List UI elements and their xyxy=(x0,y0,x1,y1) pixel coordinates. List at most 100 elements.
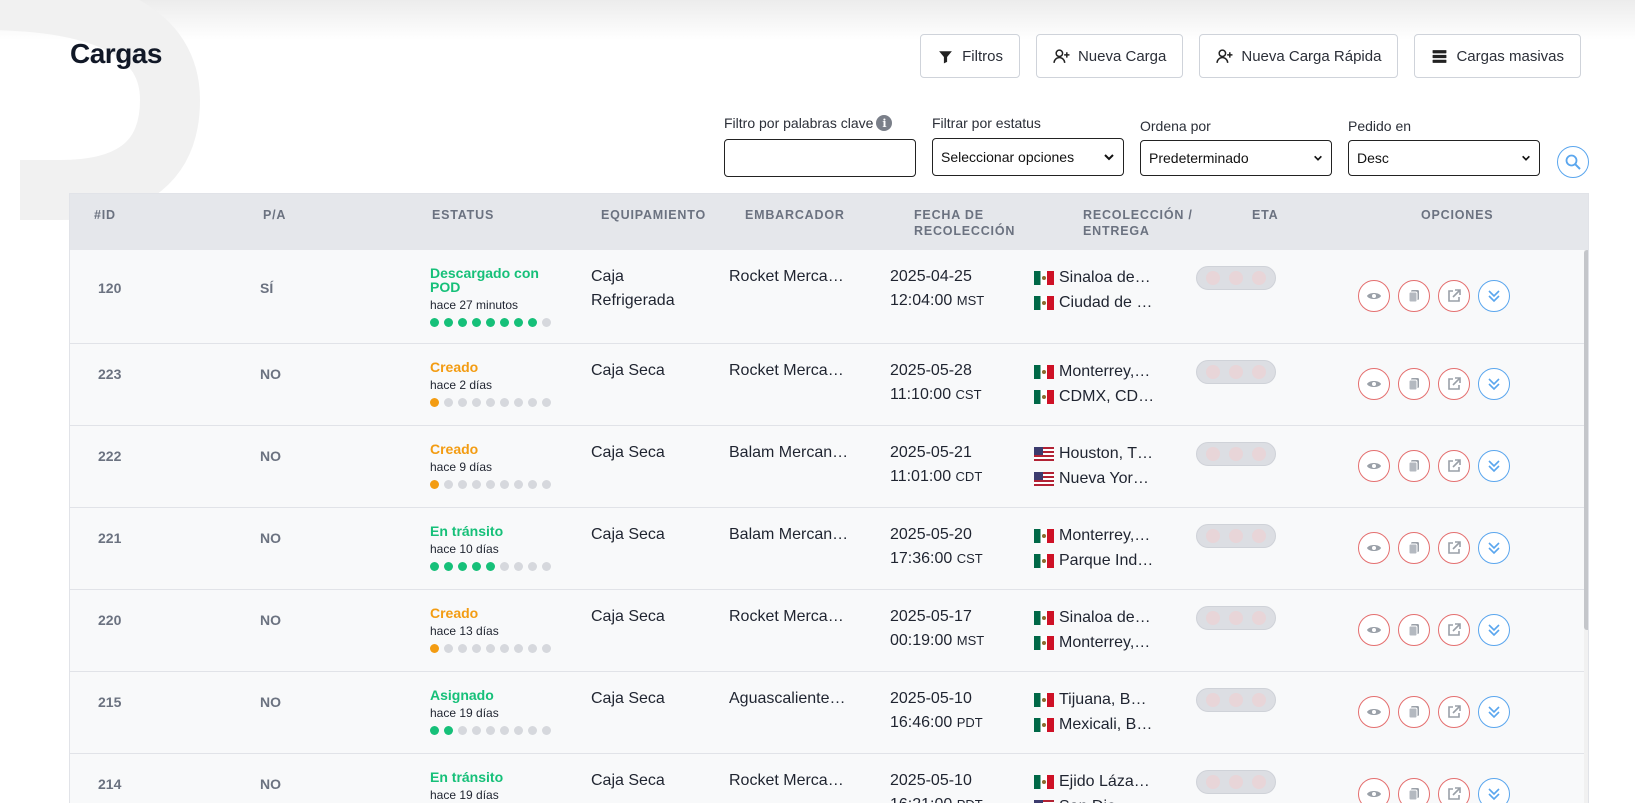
table-row[interactable]: 215 NO Asignado hace 19 días Caja Seca Aguasc… xyxy=(70,672,1584,754)
origin[interactable]: Sinaloa de… xyxy=(1034,605,1151,630)
open-external-button[interactable] xyxy=(1438,450,1470,482)
destination[interactable]: CDMX, CD… xyxy=(1034,384,1154,409)
open-external-button[interactable] xyxy=(1438,614,1470,646)
destination[interactable]: San Die… xyxy=(1034,794,1150,803)
copy-button[interactable] xyxy=(1398,778,1430,803)
origin[interactable]: Houston, T… xyxy=(1034,441,1153,466)
open-external-button[interactable] xyxy=(1438,778,1470,803)
table-row[interactable]: 222 NO Creado hace 9 días Caja Seca Balam Mer… xyxy=(70,426,1584,508)
order-filter-label: Ordena por xyxy=(1140,118,1211,134)
direction-select[interactable]: Desc xyxy=(1348,140,1540,176)
copy-button[interactable] xyxy=(1398,450,1430,482)
status-select[interactable]: Seleccionar opciones xyxy=(932,138,1124,176)
table-row[interactable]: 214 NO En tránsito hace 19 días Caja Seca Roc… xyxy=(70,754,1584,803)
expand-row-button[interactable] xyxy=(1478,778,1510,803)
header-route[interactable]: RECOLECCIÓN / ENTREGA xyxy=(1083,207,1193,239)
expand-row-button[interactable] xyxy=(1478,614,1510,646)
eye-icon xyxy=(1367,381,1381,387)
header-id[interactable]: #ID xyxy=(94,207,116,223)
origin[interactable]: Tijuana, B… xyxy=(1034,687,1152,712)
copy-button[interactable] xyxy=(1398,696,1430,728)
open-external-button[interactable] xyxy=(1438,368,1470,400)
table-row[interactable]: 221 NO En tránsito hace 10 días Caja Seca Bal… xyxy=(70,508,1584,590)
pickup-date: 2025-05-28 xyxy=(890,362,972,379)
scrollbar-thumb[interactable] xyxy=(1584,250,1588,630)
keyword-input[interactable] xyxy=(724,139,916,177)
destination[interactable]: Mexicali, B… xyxy=(1034,712,1152,737)
progress-dots xyxy=(430,318,551,327)
header-status[interactable]: ESTATUS xyxy=(432,207,494,223)
load-id[interactable]: 214 xyxy=(98,776,121,792)
route-cell: Monterrey,… CDMX, CD… xyxy=(1034,359,1154,409)
open-external-button[interactable] xyxy=(1438,280,1470,312)
info-icon[interactable]: i xyxy=(876,115,893,131)
origin[interactable]: Sinaloa de… xyxy=(1034,265,1152,290)
view-button[interactable] xyxy=(1358,450,1390,482)
row-options xyxy=(1358,368,1510,400)
view-button[interactable] xyxy=(1358,614,1390,646)
external-link-icon xyxy=(1448,787,1461,800)
load-id[interactable]: 223 xyxy=(98,366,121,382)
status-time-ago: hace 13 días xyxy=(430,624,499,638)
copy-button[interactable] xyxy=(1398,614,1430,646)
view-button[interactable] xyxy=(1358,280,1390,312)
progress-dot xyxy=(542,726,551,735)
expand-row-button[interactable] xyxy=(1478,368,1510,400)
copy-button[interactable] xyxy=(1398,280,1430,312)
route-cell: Houston, T… Nueva Yor… xyxy=(1034,441,1153,491)
search-button[interactable] xyxy=(1557,146,1589,178)
progress-dot xyxy=(430,480,439,489)
eta-indicator xyxy=(1196,688,1276,712)
load-id[interactable]: 220 xyxy=(98,612,121,628)
pickup-time: 00:19:00 xyxy=(890,632,953,649)
header-pa[interactable]: P/A xyxy=(263,207,286,223)
progress-dot xyxy=(458,644,467,653)
progress-dots xyxy=(430,480,551,489)
pickup-timezone: CST xyxy=(955,387,982,402)
new-load-button[interactable]: Nueva Carga xyxy=(1035,34,1184,78)
progress-dot xyxy=(458,480,467,489)
open-external-button[interactable] xyxy=(1438,532,1470,564)
direction-filter: Pedido en xyxy=(1348,118,1411,134)
order-select[interactable]: Predeterminado xyxy=(1140,140,1332,176)
load-id[interactable]: 221 xyxy=(98,530,121,546)
origin[interactable]: Monterrey,… xyxy=(1034,359,1154,384)
header-pickup-date[interactable]: FECHA DE RECOLECCIÓN xyxy=(914,207,1015,239)
quick-load-button[interactable]: Nueva Carga Rápida xyxy=(1199,34,1399,78)
copy-button[interactable] xyxy=(1398,532,1430,564)
table-scrollbar[interactable] xyxy=(1584,250,1588,803)
header-eta[interactable]: ETA xyxy=(1252,207,1278,223)
filters-button[interactable]: Filtros xyxy=(920,34,1020,78)
load-id[interactable]: 120 xyxy=(98,280,121,296)
origin-label: Ejido Láza… xyxy=(1059,773,1150,790)
expand-row-button[interactable] xyxy=(1478,696,1510,728)
filters-button-label: Filtros xyxy=(962,47,1003,65)
destination[interactable]: Parque Ind… xyxy=(1034,548,1153,573)
origin-label: Houston, T… xyxy=(1059,445,1153,462)
destination[interactable]: Monterrey,… xyxy=(1034,630,1151,655)
table-row[interactable]: 120 SÍ Descargado con POD hace 27 minutos Ca… xyxy=(70,250,1584,344)
view-button[interactable] xyxy=(1358,368,1390,400)
table-row[interactable]: 223 NO Creado hace 2 días Caja Seca Rocket Me… xyxy=(70,344,1584,426)
expand-row-button[interactable] xyxy=(1478,532,1510,564)
copy-button[interactable] xyxy=(1398,368,1430,400)
new-load-button-label: Nueva Carga xyxy=(1077,47,1167,65)
origin[interactable]: Ejido Láza… xyxy=(1034,769,1150,794)
view-button[interactable] xyxy=(1358,696,1390,728)
load-id[interactable]: 222 xyxy=(98,448,121,464)
table-row[interactable]: 220 NO Creado hace 13 días Caja Seca Rocket M… xyxy=(70,590,1584,672)
expand-row-button[interactable] xyxy=(1478,280,1510,312)
destination[interactable]: Ciudad de … xyxy=(1034,290,1152,315)
destination[interactable]: Nueva Yor… xyxy=(1034,466,1153,491)
header-shipper[interactable]: EMBARCADOR xyxy=(745,207,845,223)
load-id[interactable]: 215 xyxy=(98,694,121,710)
view-button[interactable] xyxy=(1358,778,1390,803)
view-button[interactable] xyxy=(1358,532,1390,564)
bulk-loads-button[interactable]: Cargas masivas xyxy=(1414,34,1581,78)
origin[interactable]: Monterrey,… xyxy=(1034,523,1153,548)
header-equipment[interactable]: EQUIPAMIENTO xyxy=(601,207,706,223)
copy-icon xyxy=(1408,624,1419,637)
open-external-button[interactable] xyxy=(1438,696,1470,728)
flag-icon xyxy=(1034,295,1054,310)
expand-row-button[interactable] xyxy=(1478,450,1510,482)
